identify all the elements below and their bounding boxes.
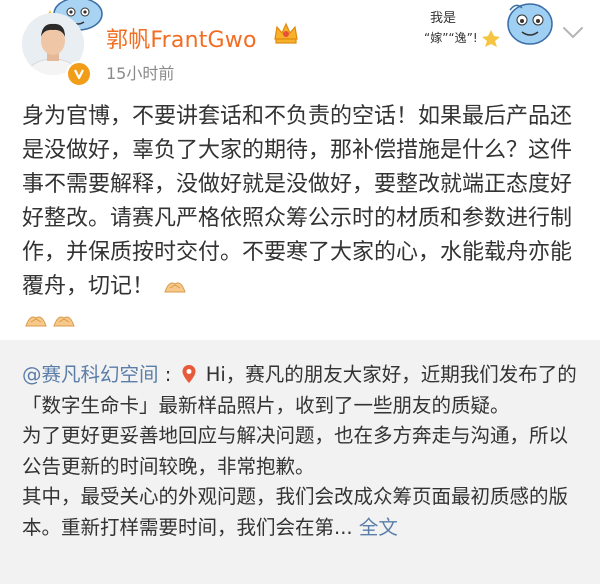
clap-hands-icon — [164, 282, 186, 293]
svg-text:我是: 我是 — [430, 11, 456, 26]
repost-para2: 为了更好更妥善地回应与解决问题，也在多方奔走与沟通，所以公告更新的时间较晚，非常… — [22, 424, 569, 478]
cartoon-sticker-right: 我是 “嫁”“逸”! — [424, 3, 553, 47]
post-header: 郭帆FrantGwo 15小时前 我是 “嫁”“逸”! — [0, 0, 600, 100]
repost-text: @赛凡科幻空间 : Hi，赛凡的朋友大家好，近期我们发布了的「数字生命卡」最新样… — [22, 360, 586, 543]
reposted-post[interactable]: @赛凡科幻空间 : Hi，赛凡的朋友大家好，近期我们发布了的「数字生命卡」最新样… — [0, 340, 600, 584]
mention-link[interactable]: @赛凡科幻空间 — [22, 363, 159, 386]
username[interactable]: 郭帆FrantGwo — [106, 22, 257, 54]
mention-separator: : — [164, 363, 172, 386]
repost-para3: 其中，最受关心的外观问题，我们会改成众筹页面最初质感的版本。重新打样需要时间，我… — [22, 485, 569, 539]
pin-icon — [182, 365, 195, 383]
post-text: 身为官博，不要讲套话和不负责的空话！如果最后产品还是没做好，辜负了大家的期待，那… — [22, 104, 573, 299]
post-timestamp: 15小时前 — [106, 64, 175, 83]
post-content: 身为官博，不要讲套话和不负责的空话！如果最后产品还是没做好，辜负了大家的期待，那… — [22, 100, 582, 338]
crown-icon — [274, 22, 298, 44]
clap-hands-icon — [25, 316, 47, 327]
chevron-down-icon[interactable] — [562, 26, 584, 40]
clap-hands-icon — [53, 316, 75, 327]
full-text-link[interactable]: 全文 — [359, 516, 398, 539]
svg-text:“嫁”“逸”!: “嫁”“逸”! — [424, 30, 478, 45]
verified-badge-icon — [66, 61, 92, 87]
